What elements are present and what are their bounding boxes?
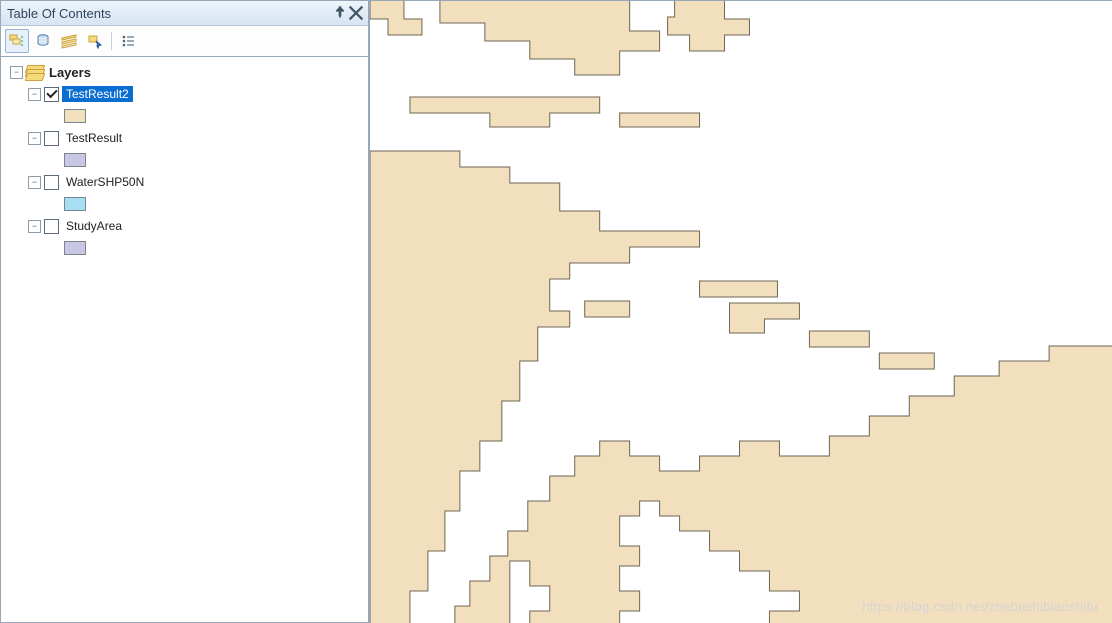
polygon-feature[interactable]: [585, 301, 630, 317]
expander-icon[interactable]: −: [28, 220, 41, 233]
polygon-feature[interactable]: [700, 281, 778, 297]
polygon-feature[interactable]: [809, 331, 869, 347]
list-by-visibility-button[interactable]: [57, 29, 81, 53]
polygon-feature[interactable]: [455, 346, 1112, 623]
symbol-swatch[interactable]: [64, 197, 86, 211]
tree-symbol-row[interactable]: [3, 237, 366, 259]
toc-toolbar: [0, 26, 369, 57]
list-by-drawing-order-button[interactable]: [5, 29, 29, 53]
tree-layer-row[interactable]: − StudyArea: [3, 215, 366, 237]
toc-title: Table Of Contents: [7, 6, 332, 21]
layers-icon: [26, 65, 42, 79]
layer-label[interactable]: TestResult: [62, 130, 126, 146]
tree-layer-row[interactable]: − TestResult: [3, 127, 366, 149]
list-by-selection-button[interactable]: [83, 29, 107, 53]
toc-tree[interactable]: − Layers − TestResult2 − TestResult: [0, 57, 369, 623]
polygon-feature[interactable]: [410, 97, 600, 127]
expander-icon[interactable]: −: [28, 132, 41, 145]
symbol-swatch[interactable]: [64, 153, 86, 167]
polygon-feature[interactable]: [730, 303, 800, 333]
layer-visibility-checkbox[interactable]: [44, 219, 59, 234]
tree-symbol-row[interactable]: [3, 149, 366, 171]
app-root: Table Of Contents: [0, 0, 1112, 623]
close-icon[interactable]: [348, 5, 364, 21]
polygon-feature[interactable]: [879, 353, 934, 369]
list-by-source-button[interactable]: [31, 29, 55, 53]
polygon-feature[interactable]: [668, 1, 750, 51]
expander-icon[interactable]: −: [28, 176, 41, 189]
layer-label[interactable]: TestResult2: [62, 86, 133, 102]
map-canvas[interactable]: [370, 1, 1112, 623]
tree-layer-row[interactable]: − WaterSHP50N: [3, 171, 366, 193]
map-view[interactable]: https://blog.csdn.net/zhebushibiaoshifu: [370, 0, 1112, 623]
toc-panel: Table Of Contents: [0, 0, 370, 623]
toc-header: Table Of Contents: [0, 0, 369, 26]
pin-icon[interactable]: [332, 5, 348, 21]
symbol-swatch[interactable]: [64, 241, 86, 255]
tree-root-label[interactable]: Layers: [45, 64, 95, 81]
layer-visibility-checkbox[interactable]: [44, 175, 59, 190]
tree-symbol-row[interactable]: [3, 193, 366, 215]
polygon-feature[interactable]: [370, 1, 422, 35]
expander-icon[interactable]: −: [28, 88, 41, 101]
layer-label[interactable]: StudyArea: [62, 218, 126, 234]
symbol-swatch[interactable]: [64, 109, 86, 123]
polygon-feature[interactable]: [620, 113, 700, 127]
options-button[interactable]: [116, 29, 140, 53]
layer-visibility-checkbox[interactable]: [44, 87, 59, 102]
tree-layer-row[interactable]: − TestResult2: [3, 83, 366, 105]
toolbar-separator: [111, 32, 112, 50]
polygon-feature[interactable]: [440, 1, 660, 75]
expander-icon[interactable]: −: [10, 66, 23, 79]
tree-symbol-row[interactable]: [3, 105, 366, 127]
tree-root-row[interactable]: − Layers: [3, 61, 366, 83]
layer-visibility-checkbox[interactable]: [44, 131, 59, 146]
layer-label[interactable]: WaterSHP50N: [62, 174, 148, 190]
